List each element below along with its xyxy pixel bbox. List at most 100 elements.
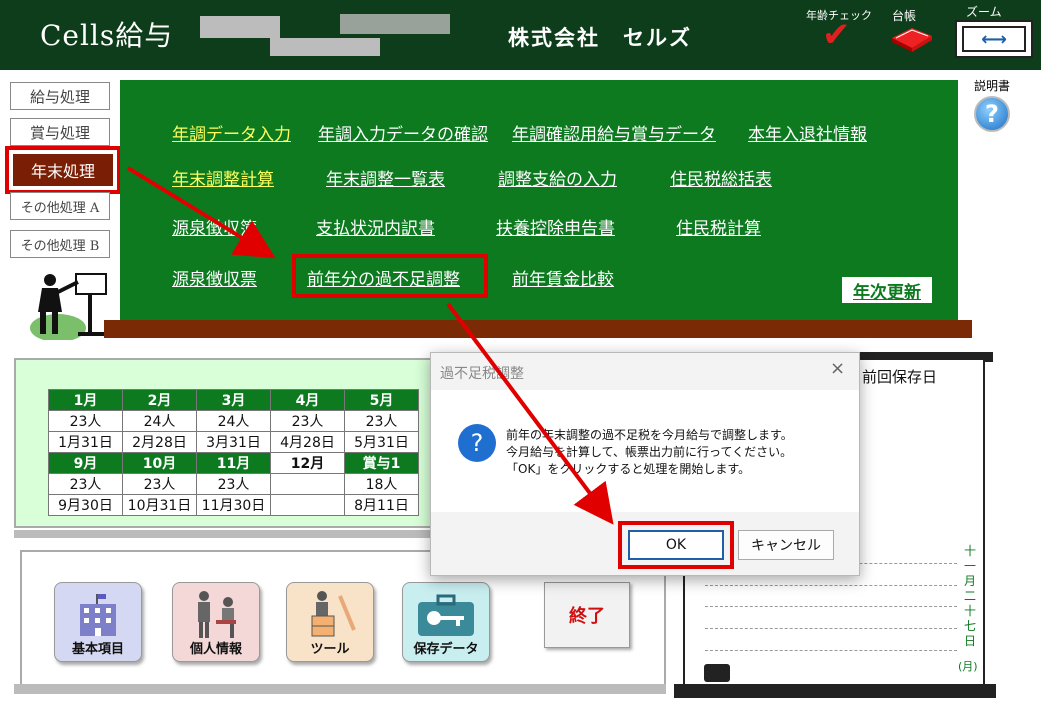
date-cell: 2月28日 (122, 431, 197, 453)
dialog-message-line: 今月給与を計算して、帳票出力前に行ってください。 (506, 445, 793, 459)
count-cell: 24人 (196, 410, 271, 432)
personal-info-button[interactable]: 個人情報 (172, 582, 260, 662)
basic-items-button[interactable]: 基本項目 (54, 582, 142, 662)
count-cell (270, 473, 345, 495)
zoom-arrows-icon: ⟷ (962, 26, 1026, 52)
close-icon[interactable]: × (830, 358, 845, 379)
count-cell: 18人 (344, 473, 419, 495)
building-icon (80, 594, 116, 636)
menu-prior-year-adjustment[interactable]: 前年分の過不足調整 (307, 265, 460, 290)
bonus-cell[interactable]: 賞与1 (344, 452, 419, 474)
menu-year-end-input-check[interactable]: 年調入力データの確認 (318, 120, 488, 145)
dialog-title: 過不足税調整 (440, 366, 524, 382)
nav-other-a[interactable]: その他処理 A (10, 192, 110, 220)
personal-info-label: 個人情報 (189, 642, 242, 657)
menu-withholding-slip[interactable]: 源泉徴収票 (172, 265, 257, 290)
count-cell: 23人 (270, 410, 345, 432)
help-icon[interactable]: ? (974, 96, 1010, 132)
count-cell: 23人 (122, 473, 197, 495)
month-cell[interactable]: 11月 (196, 452, 271, 474)
count-cell: 23人 (48, 410, 123, 432)
date-cell: 3月31日 (196, 431, 271, 453)
menu-year-end-data-input[interactable]: 年調データ入力 (172, 120, 291, 145)
date-cell: 8月11日 (344, 494, 419, 516)
save-data-label: 保存データ (413, 642, 479, 657)
cancel-button[interactable]: キャンセル (738, 530, 834, 560)
monthly-calendar-panel: 1月 2月 3月 4月 5月 23人 24人 24人 23人 23人 1月31日… (14, 358, 434, 528)
blurred-text (270, 38, 380, 56)
notebook-line (705, 606, 957, 607)
month-cell[interactable]: 2月 (122, 389, 197, 411)
basic-items-label: 基本項目 (71, 642, 124, 657)
ok-button[interactable]: OK (628, 530, 724, 560)
month-cell[interactable]: 9月 (48, 452, 123, 474)
menu-year-end-list[interactable]: 年末調整一覧表 (326, 165, 445, 190)
menu-year-end-salary-bonus-data[interactable]: 年調確認用給与賞与データ (512, 120, 716, 145)
date-cell: 9月30日 (48, 494, 123, 516)
dialog-message-line: 「OK」をクリックすると処理を開始します。 (506, 462, 751, 476)
month-cell[interactable]: 5月 (344, 389, 419, 411)
nav-year-end-highlight: 年末処理 (5, 146, 121, 194)
panel-shadow (14, 684, 666, 694)
blurred-text (340, 14, 450, 34)
count-cell: 23人 (196, 473, 271, 495)
manual-label: 説明書 (974, 79, 1011, 93)
month-cell[interactable]: 3月 (196, 389, 271, 411)
menu-resident-tax-calc[interactable]: 住民税計算 (676, 214, 761, 239)
date-cell: 10月31日 (122, 494, 197, 516)
menu-join-leave-info[interactable]: 本年入退社情報 (748, 120, 867, 145)
menu-withholding-ledger[interactable]: 源泉徴収簿 (172, 214, 257, 239)
menu-dependent-declaration[interactable]: 扶養控除申告書 (496, 214, 615, 239)
date-cell (270, 494, 345, 516)
menu-year-end-calc[interactable]: 年末調整計算 (172, 165, 274, 190)
presenter-illustration (30, 273, 107, 340)
month-cell-current[interactable]: 12月 (270, 452, 345, 474)
nav-year-end[interactable]: 年末処理 (13, 154, 113, 186)
month-cell[interactable]: 10月 (122, 452, 197, 474)
question-icon: ? (458, 424, 496, 462)
company-name: 株式会社 セルズ (508, 26, 692, 50)
nav-salary[interactable]: 給与処理 (10, 82, 110, 110)
zoom-button[interactable]: ⟷ (955, 20, 1033, 58)
nav-bonus[interactable]: 賞与処理 (10, 118, 110, 146)
panel-shelf (104, 320, 972, 338)
tools-button[interactable]: ツール (286, 582, 374, 662)
notebook-line (705, 650, 957, 651)
annual-update-button[interactable]: 年次更新 (842, 277, 932, 303)
exit-button[interactable]: 終了 (544, 582, 630, 648)
tools-label: ツール (310, 642, 350, 657)
monthly-status-table: 1月 2月 3月 4月 5月 23人 24人 24人 23人 23人 1月31日… (48, 389, 419, 516)
date-cell: 5月31日 (344, 431, 419, 453)
month-cell[interactable]: 1月 (48, 389, 123, 411)
ledger-label: 台帳 (892, 9, 917, 23)
notebook-clip-icon (704, 664, 730, 682)
count-cell: 24人 (122, 410, 197, 432)
app-title: Cells給与 (40, 19, 174, 52)
month-cell[interactable]: 4月 (270, 389, 345, 411)
date-cell: 1月31日 (48, 431, 123, 453)
menu-adjustment-payment[interactable]: 調整支給の入力 (498, 165, 617, 190)
menu-payment-breakdown[interactable]: 支払状況内訳書 (316, 214, 435, 239)
blurred-text (200, 16, 280, 38)
weekday-label: (月) (958, 660, 978, 673)
checkmark-icon[interactable]: ✔ (822, 18, 851, 52)
notebook-line (705, 628, 957, 629)
notebook-bottom-bar (674, 684, 996, 698)
save-data-button[interactable]: 保存データ (402, 582, 490, 662)
menu-prior-year-wage-compare[interactable]: 前年賃金比較 (512, 265, 614, 290)
dialog-message: 前年の年末調整の過不足税を今月給与で調整します。 今月給与を計算して、帳票出力前… (506, 427, 793, 478)
vertical-date: 十一月二十七日 (963, 544, 976, 648)
tools-icon (311, 591, 356, 637)
notebook-line (705, 585, 957, 586)
nav-other-b[interactable]: その他処理 B (10, 230, 110, 258)
previous-save-label: 前回保存日 (862, 368, 938, 386)
key-case-icon (418, 594, 474, 636)
panel-shadow (14, 530, 434, 538)
date-cell: 11月30日 (196, 494, 271, 516)
date-cell: 4月28日 (270, 431, 345, 453)
ledger-book-icon[interactable] (888, 24, 934, 54)
zoom-label: ズーム (966, 5, 1002, 19)
dialog-message-line: 前年の年末調整の過不足税を今月給与で調整します。 (506, 428, 793, 442)
people-icon (198, 591, 236, 638)
menu-resident-tax-summary[interactable]: 住民税総括表 (670, 165, 772, 190)
